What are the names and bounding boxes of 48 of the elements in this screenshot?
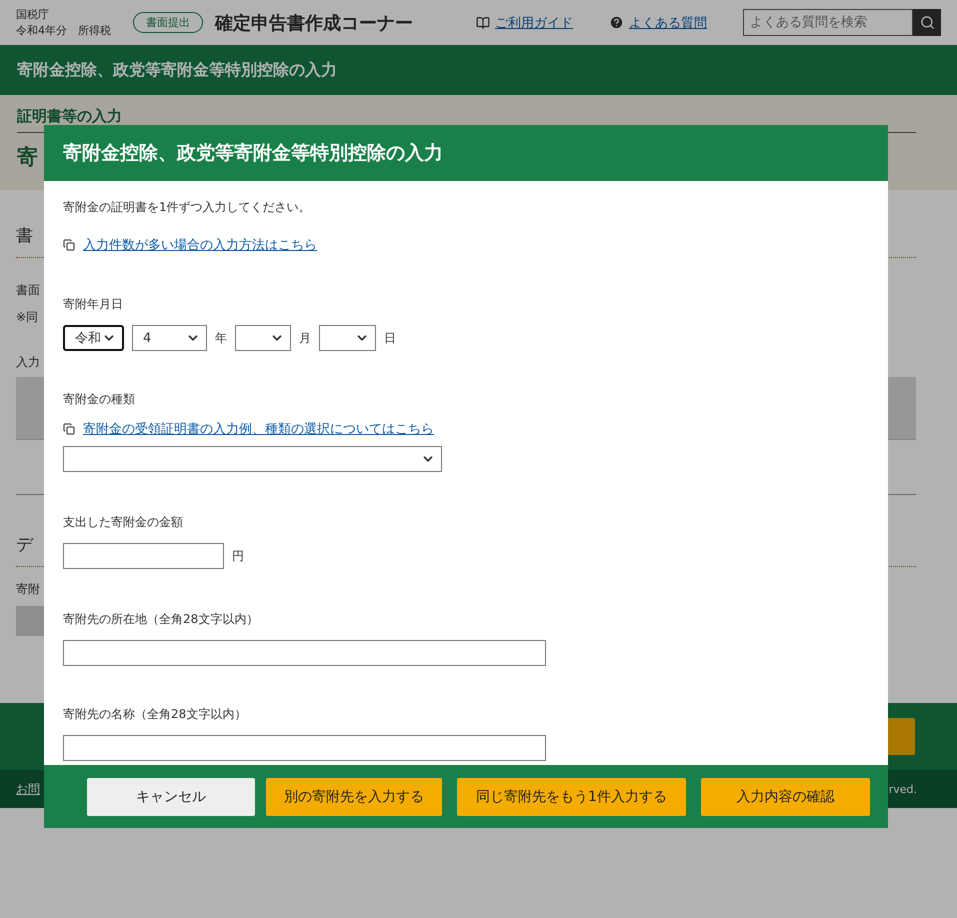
search-icon [920, 15, 934, 30]
type-select[interactable] [63, 446, 442, 472]
section-heading: デ [16, 534, 33, 556]
window-icon [63, 423, 75, 435]
field-label: 寄附 [16, 581, 40, 598]
field-label: 寄附年月日 [63, 296, 124, 313]
page-heading: 寄 [17, 144, 38, 171]
body-text: 書面 [16, 282, 40, 299]
field-label: 寄附先の所在地（全角28文字以内） [63, 611, 260, 628]
window-icon [63, 239, 75, 251]
dialog-title: 寄附金控除、政党等寄附金等特別控除の入力 [44, 125, 888, 181]
action-button[interactable]: 同じ寄附先をもう1件入力する [457, 778, 686, 816]
section-heading: 書 [16, 225, 33, 247]
action-button[interactable]: 入力内容の確認 [701, 778, 870, 816]
field-label: 入力 [16, 354, 40, 371]
tax-year: 令和4年分 所得税 [16, 22, 111, 38]
copyright-text: rved. [888, 782, 917, 796]
search-button[interactable] [913, 9, 941, 36]
amount-field[interactable] [63, 543, 224, 569]
agency-name: 国税庁 [16, 6, 50, 22]
cancel-button[interactable]: キャンセル [87, 778, 255, 816]
faq-link[interactable]: よくある質問 [629, 14, 707, 32]
unit-label: 月 [299, 330, 311, 346]
contact-link[interactable]: お問 [16, 780, 40, 798]
guide-link[interactable]: ご利用ガイド [495, 14, 573, 32]
address-field[interactable] [63, 640, 546, 666]
book-icon [476, 16, 490, 30]
day-select[interactable] [319, 325, 376, 351]
field-label: 寄附先の名称（全角28文字以内） [63, 706, 248, 723]
era-select[interactable]: 令和 [63, 325, 124, 351]
site-title: 確定申告書作成コーナー [215, 12, 413, 34]
name-field[interactable] [63, 735, 546, 761]
field-label: 寄附金の種類 [63, 391, 136, 408]
month-select[interactable] [235, 325, 291, 351]
note-text: ※同 [16, 309, 38, 326]
search-field[interactable]: よくある質問を検索 [743, 9, 913, 36]
help-link[interactable]: 入力件数が多い場合の入力方法はこちら [83, 236, 317, 254]
unit-label: 日 [384, 330, 396, 346]
unit-label: 年 [215, 330, 227, 346]
page-title: 寄附金控除、政党等寄附金等特別控除の入力 [0, 45, 957, 95]
submission-badge: 書面提出 [133, 12, 203, 33]
intro-text: 寄附金の証明書を1件ずつ入力してください。 [63, 199, 312, 216]
help-icon [609, 15, 624, 30]
help-link[interactable]: 寄附金の受領証明書の入力例、種類の選択についてはこちら [83, 420, 434, 438]
field-label: 支出した寄附金の金額 [63, 514, 184, 531]
year-select[interactable]: 4 [132, 325, 207, 351]
unit-label: 円 [232, 548, 244, 564]
action-button[interactable]: 別の寄附先を入力する [266, 778, 442, 816]
